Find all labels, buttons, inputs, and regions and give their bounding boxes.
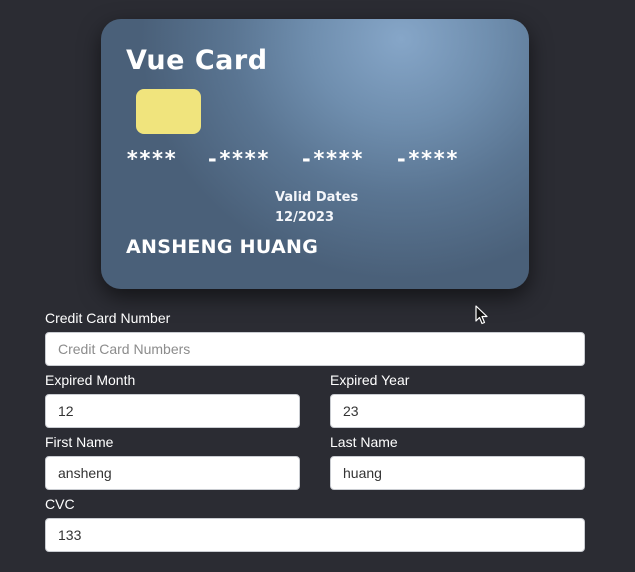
mouse-pointer-icon (475, 305, 488, 325)
credit-card-preview: Vue Card **** -**** -**** -**** Valid Da… (101, 19, 529, 289)
last-name-label: Last Name (330, 434, 398, 450)
card-valid-dates: Valid Dates 12/2023 (275, 188, 358, 228)
card-title: Vue Card (126, 45, 268, 76)
card-valid-label: Valid Dates (275, 190, 359, 205)
card-number-group-3: -**** (300, 147, 364, 171)
cvc-input[interactable] (45, 518, 585, 552)
expired-month-input[interactable] (45, 394, 300, 428)
expired-year-label: Expired Year (330, 372, 410, 388)
card-number-group-4: -**** (395, 147, 459, 171)
app-root: Vue Card **** -**** -**** -**** Valid Da… (0, 0, 635, 572)
expired-month-label: Expired Month (45, 372, 136, 388)
cvc-label: CVC (45, 496, 75, 512)
card-number-display: **** -**** -**** -**** (126, 147, 486, 177)
card-number-group-2: -**** (206, 147, 270, 171)
card-chip-icon (136, 89, 201, 134)
first-name-input[interactable] (45, 456, 300, 490)
card-holder-name: ANSHENG HUANG (126, 236, 319, 258)
card-number-input[interactable] (45, 332, 585, 366)
first-name-label: First Name (45, 434, 114, 450)
expired-year-input[interactable] (330, 394, 585, 428)
last-name-input[interactable] (330, 456, 585, 490)
card-valid-value: 12/2023 (275, 210, 335, 225)
card-number-group-1: **** (126, 147, 177, 171)
card-number-label: Credit Card Number (45, 310, 171, 326)
